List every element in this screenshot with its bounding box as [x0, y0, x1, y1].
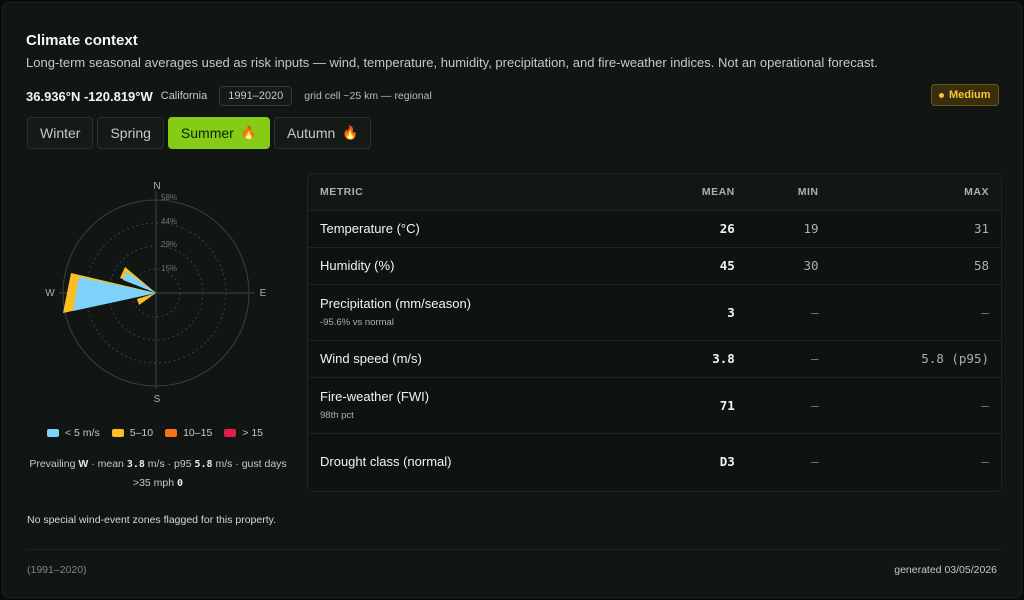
metric-subtext: -95.6% vs normal	[320, 317, 394, 328]
metric-name: Drought class (normal)	[320, 453, 452, 469]
table-row: Drought class (normal) D3 — —	[308, 432, 1001, 489]
compass-e: E	[260, 288, 267, 299]
wind-petal-w-lt5	[73, 277, 156, 311]
table-header-row: METRIC MEAN MIN MAX	[308, 174, 1001, 210]
period-badge: 1991–2020	[219, 86, 293, 106]
metric-mean: 71	[602, 376, 735, 433]
footer-divider	[27, 549, 1002, 550]
metric-subtext: 98th pct	[320, 410, 354, 421]
p95-wind-value: 5.8	[194, 459, 213, 470]
risk-level-badge: Medium	[931, 84, 999, 106]
wind-rose-chart: 58% 44% 29% 15% N E S W	[45, 181, 267, 405]
metric-min: —	[734, 283, 819, 340]
metric-max: 58	[818, 246, 1001, 284]
metric-name: Precipitation (mm/season)	[320, 296, 471, 311]
metric-name: Temperature (°C)	[320, 221, 420, 236]
legend-label: < 5 m/s	[65, 427, 100, 439]
metric-min: —	[734, 432, 819, 489]
tab-label: Summer	[180, 125, 234, 141]
metric-mean: 3.8	[602, 339, 735, 377]
wind-summary: Prevailing W · mean 3.8 m/s · p95 5.8 m/…	[29, 455, 287, 493]
prevailing-direction: W	[78, 458, 89, 470]
legend-item: 5–10	[111, 427, 154, 439]
table-row: Humidity (%) 45 30 58	[308, 246, 1001, 284]
ring-label: 44%	[161, 217, 177, 226]
tab-autumn[interactable]: Autumn 🔥	[274, 117, 372, 149]
gust-days-value: 0	[177, 478, 184, 489]
legend-item: 10–15	[165, 427, 212, 439]
coordinates: 36.936°N -120.819°W	[26, 88, 153, 104]
table-row: Temperature (°C) 26 19 31	[308, 209, 1001, 247]
metric-name: Humidity (%)	[320, 258, 395, 273]
climate-context-panel: Climate context Long-term seasonal avera…	[2, 2, 1022, 598]
metric-min: —	[734, 339, 819, 377]
ring-label: 58%	[161, 193, 177, 202]
tab-label: Autumn	[287, 125, 336, 141]
metric-name: Fire-weather (FWI)	[320, 389, 430, 404]
compass-s: S	[154, 394, 161, 405]
compass-n: N	[153, 181, 160, 192]
legend-swatch	[224, 429, 237, 437]
metric-mean: 45	[602, 246, 735, 284]
summary-text: m/s · p95	[147, 458, 192, 470]
summary-text: · mean	[91, 458, 124, 470]
flame-icon: 🔥	[240, 125, 258, 140]
tab-spring[interactable]: Spring	[97, 117, 164, 149]
table-row: Wind speed (m/s) 3.8 — 5.8 (p95)	[308, 339, 1001, 377]
location-row: 36.936°N -120.819°W California 1991–2020…	[26, 85, 432, 107]
legend-label: 10–15	[183, 427, 213, 439]
header-max: MAX	[818, 174, 1001, 210]
table-row: Precipitation (mm/season) -95.6% vs norm…	[308, 283, 1001, 340]
metric-max: 5.8 (p95)	[818, 339, 1001, 377]
state-label: California	[160, 90, 208, 102]
metric-min: 30	[734, 246, 819, 284]
risk-level-label: Medium	[949, 89, 991, 101]
page-subtitle: Long-term seasonal averages used as risk…	[26, 55, 878, 70]
legend-swatch	[165, 429, 178, 437]
tab-winter[interactable]: Winter	[27, 117, 94, 149]
mean-wind-value: 3.8	[126, 459, 145, 470]
ring-label: 29%	[161, 240, 177, 249]
metric-max: 31	[818, 209, 1001, 247]
header-metric: METRIC	[308, 174, 603, 210]
ring-label: 15%	[161, 264, 177, 273]
tab-summer[interactable]: Summer 🔥	[167, 117, 271, 149]
climate-metrics-table: METRIC MEAN MIN MAX Temperature (°C) 26 …	[307, 173, 1002, 492]
legend-item: > 15	[224, 427, 263, 439]
grid-cell-note: grid cell ~25 km — regional	[304, 90, 432, 102]
metric-mean: D3	[602, 432, 735, 489]
wind-speed-legend: < 5 m/s 5–10 10–15 > 15	[47, 427, 263, 439]
legend-item: < 5 m/s	[47, 427, 100, 439]
metric-mean: 26	[602, 209, 735, 247]
footer-generated-date: generated 03/05/2026	[894, 564, 997, 576]
flame-icon: 🔥	[342, 125, 359, 140]
wind-event-note: No special wind-event zones flagged for …	[27, 514, 277, 526]
table-row: Fire-weather (FWI) 98th pct 71 — —	[308, 376, 1001, 433]
tab-label: Spring	[110, 125, 151, 141]
legend-label: 5–10	[129, 427, 154, 439]
tab-label: Winter	[40, 125, 81, 141]
footer-period: (1991–2020)	[27, 564, 87, 576]
header-min: MIN	[734, 174, 819, 210]
metric-mean: 3	[602, 283, 735, 340]
metric-min: 19	[734, 209, 819, 247]
metric-max: —	[818, 283, 1001, 340]
page-title: Climate context	[26, 32, 138, 49]
header-mean: MEAN	[602, 174, 735, 210]
legend-swatch	[111, 429, 124, 437]
metric-max: —	[818, 432, 1001, 489]
risk-dot-icon	[939, 92, 944, 98]
legend-label: > 15	[242, 427, 264, 439]
metric-max: —	[818, 376, 1001, 433]
summary-text: Prevailing	[29, 458, 76, 470]
metric-name: Wind speed (m/s)	[320, 351, 422, 366]
legend-swatch	[47, 429, 59, 437]
season-tabs: Winter Spring Summer 🔥 Autumn 🔥	[27, 117, 372, 149]
metric-min: —	[734, 376, 819, 433]
compass-w: W	[45, 288, 55, 299]
